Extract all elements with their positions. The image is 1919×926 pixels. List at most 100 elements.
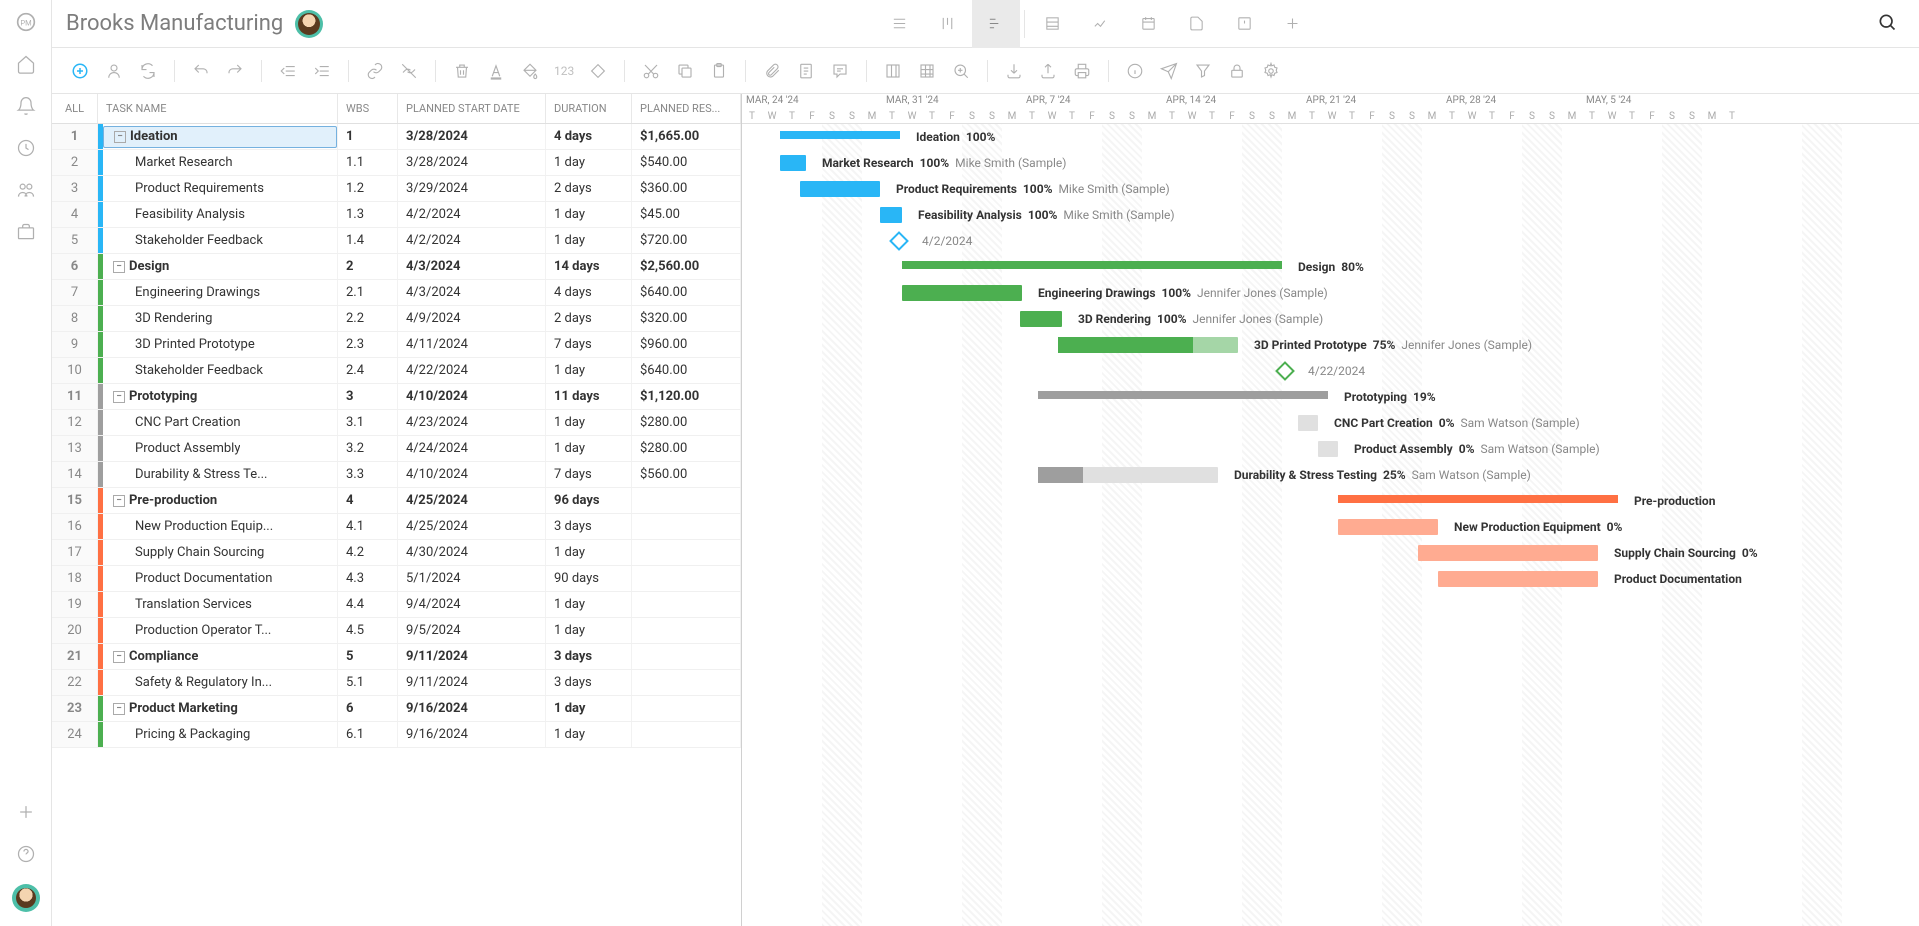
start-cell[interactable]: 4/23/2024 [398,410,546,435]
resource-cell[interactable] [632,644,741,669]
resource-cell[interactable]: $280.00 [632,436,741,461]
collapse-icon[interactable]: − [113,651,125,663]
gantt-row[interactable]: New Production Equipment0% [742,514,1919,540]
task-row[interactable]: 9 3D Printed Prototype 2.3 4/11/2024 7 d… [52,332,741,358]
start-cell[interactable]: 4/25/2024 [398,514,546,539]
recent-icon[interactable] [14,136,38,160]
task-row[interactable]: 6 − Design 2 4/3/2024 14 days $2,560.00 [52,254,741,280]
wbs-cell[interactable]: 1.2 [338,176,398,201]
resource-cell[interactable] [632,722,741,747]
gantt-row[interactable]: 4/2/2024 [742,228,1919,254]
task-row[interactable]: 4 Feasibility Analysis 1.3 4/2/2024 1 da… [52,202,741,228]
resource-cell[interactable] [632,566,741,591]
wbs-cell[interactable]: 5.1 [338,670,398,695]
view-gantt[interactable] [972,0,1020,48]
gantt-row[interactable]: CNC Part Creation0%Sam Watson (Sample) [742,410,1919,436]
task-row[interactable]: 20 Production Operator T... 4.5 9/5/2024… [52,618,741,644]
resource-cell[interactable]: $360.00 [632,176,741,201]
task-bar[interactable] [780,155,806,171]
task-bar[interactable] [1058,337,1238,353]
col-header-start[interactable]: PLANNED START DATE [398,94,546,123]
resource-cell[interactable] [632,488,741,513]
task-name-cell[interactable]: Engineering Drawings [98,280,338,305]
task-name-cell[interactable]: CNC Part Creation [98,410,338,435]
resource-cell[interactable]: $2,560.00 [632,254,741,279]
task-bar[interactable] [1338,519,1438,535]
view-files[interactable] [1173,0,1221,48]
shape-button[interactable] [584,57,612,85]
task-row[interactable]: 13 Product Assembly 3.2 4/24/2024 1 day … [52,436,741,462]
col-header-duration[interactable]: DURATION [546,94,632,123]
duration-cell[interactable]: 96 days [546,488,632,513]
start-cell[interactable]: 4/2/2024 [398,228,546,253]
home-icon[interactable] [14,52,38,76]
resource-cell[interactable]: $540.00 [632,150,741,175]
task-name-cell[interactable]: 3D Rendering [98,306,338,331]
col-header-all[interactable]: ALL [52,94,98,123]
view-discuss[interactable] [1221,0,1269,48]
start-cell[interactable]: 9/16/2024 [398,696,546,721]
resource-cell[interactable] [632,592,741,617]
unlink-button[interactable] [395,57,423,85]
task-row[interactable]: 24 Pricing & Packaging 6.1 9/16/2024 1 d… [52,722,741,748]
gantt-row[interactable]: Durability & Stress Testing25%Sam Watson… [742,462,1919,488]
gantt-row[interactable]: Ideation100% [742,124,1919,150]
import-button[interactable] [1000,57,1028,85]
task-name-cell[interactable]: Translation Services [98,592,338,617]
wbs-cell[interactable]: 4.4 [338,592,398,617]
wbs-cell[interactable]: 4.2 [338,540,398,565]
start-cell[interactable]: 4/10/2024 [398,462,546,487]
grid-button[interactable] [913,57,941,85]
wbs-cell[interactable]: 2.1 [338,280,398,305]
attach-button[interactable] [758,57,786,85]
duration-cell[interactable]: 1 day [546,618,632,643]
view-calendar[interactable] [1125,0,1173,48]
col-header-wbs[interactable]: WBS [338,94,398,123]
task-name-cell[interactable]: Product Requirements [98,176,338,201]
columns-button[interactable] [879,57,907,85]
wbs-cell[interactable]: 3.2 [338,436,398,461]
task-name-cell[interactable]: Product Documentation [98,566,338,591]
task-row[interactable]: 8 3D Rendering 2.2 4/9/2024 2 days $320.… [52,306,741,332]
resource-cell[interactable]: $1,120.00 [632,384,741,409]
task-name-cell[interactable]: New Production Equip... [98,514,338,539]
start-cell[interactable]: 9/11/2024 [398,644,546,669]
gantt-row[interactable]: 3D Printed Prototype75%Jennifer Jones (S… [742,332,1919,358]
resource-cell[interactable] [632,514,741,539]
summary-bar[interactable] [902,261,1282,269]
task-name-cell[interactable]: Pricing & Packaging [98,722,338,747]
task-row[interactable]: 16 New Production Equip... 4.1 4/25/2024… [52,514,741,540]
start-cell[interactable]: 4/22/2024 [398,358,546,383]
task-row[interactable]: 18 Product Documentation 4.3 5/1/2024 90… [52,566,741,592]
duration-cell[interactable]: 1 day [546,358,632,383]
gantt-row[interactable] [742,592,1919,618]
start-cell[interactable]: 4/3/2024 [398,254,546,279]
help-icon[interactable] [14,842,38,866]
wbs-cell[interactable]: 4 [338,488,398,513]
task-row[interactable]: 23 − Product Marketing 6 9/16/2024 1 day [52,696,741,722]
gantt-row[interactable]: Product Assembly0%Sam Watson (Sample) [742,436,1919,462]
add-task-button[interactable] [66,57,94,85]
resource-cell[interactable] [632,540,741,565]
wbs-cell[interactable]: 2.3 [338,332,398,357]
logo-icon[interactable]: PM [14,10,38,34]
view-sheet[interactable] [1029,0,1077,48]
wbs-cell[interactable]: 1.1 [338,150,398,175]
team-icon[interactable] [14,178,38,202]
gantt-row[interactable]: 4/22/2024 [742,358,1919,384]
fill-color-button[interactable] [516,57,544,85]
task-row[interactable]: 11 − Prototyping 3 4/10/2024 11 days $1,… [52,384,741,410]
start-cell[interactable]: 4/3/2024 [398,280,546,305]
start-cell[interactable]: 4/10/2024 [398,384,546,409]
gantt-row[interactable]: Market Research100%Mike Smith (Sample) [742,150,1919,176]
wbs-cell[interactable]: 3.1 [338,410,398,435]
start-cell[interactable]: 3/28/2024 [398,124,546,149]
view-add[interactable] [1269,0,1317,48]
duration-cell[interactable]: 1 day [546,150,632,175]
gantt-row[interactable]: Engineering Drawings100%Jennifer Jones (… [742,280,1919,306]
collapse-icon[interactable]: − [113,391,125,403]
task-row[interactable]: 2 Market Research 1.1 3/28/2024 1 day $5… [52,150,741,176]
gantt-row[interactable]: Design80% [742,254,1919,280]
resource-cell[interactable]: $1,665.00 [632,124,741,149]
duration-cell[interactable]: 1 day [546,436,632,461]
